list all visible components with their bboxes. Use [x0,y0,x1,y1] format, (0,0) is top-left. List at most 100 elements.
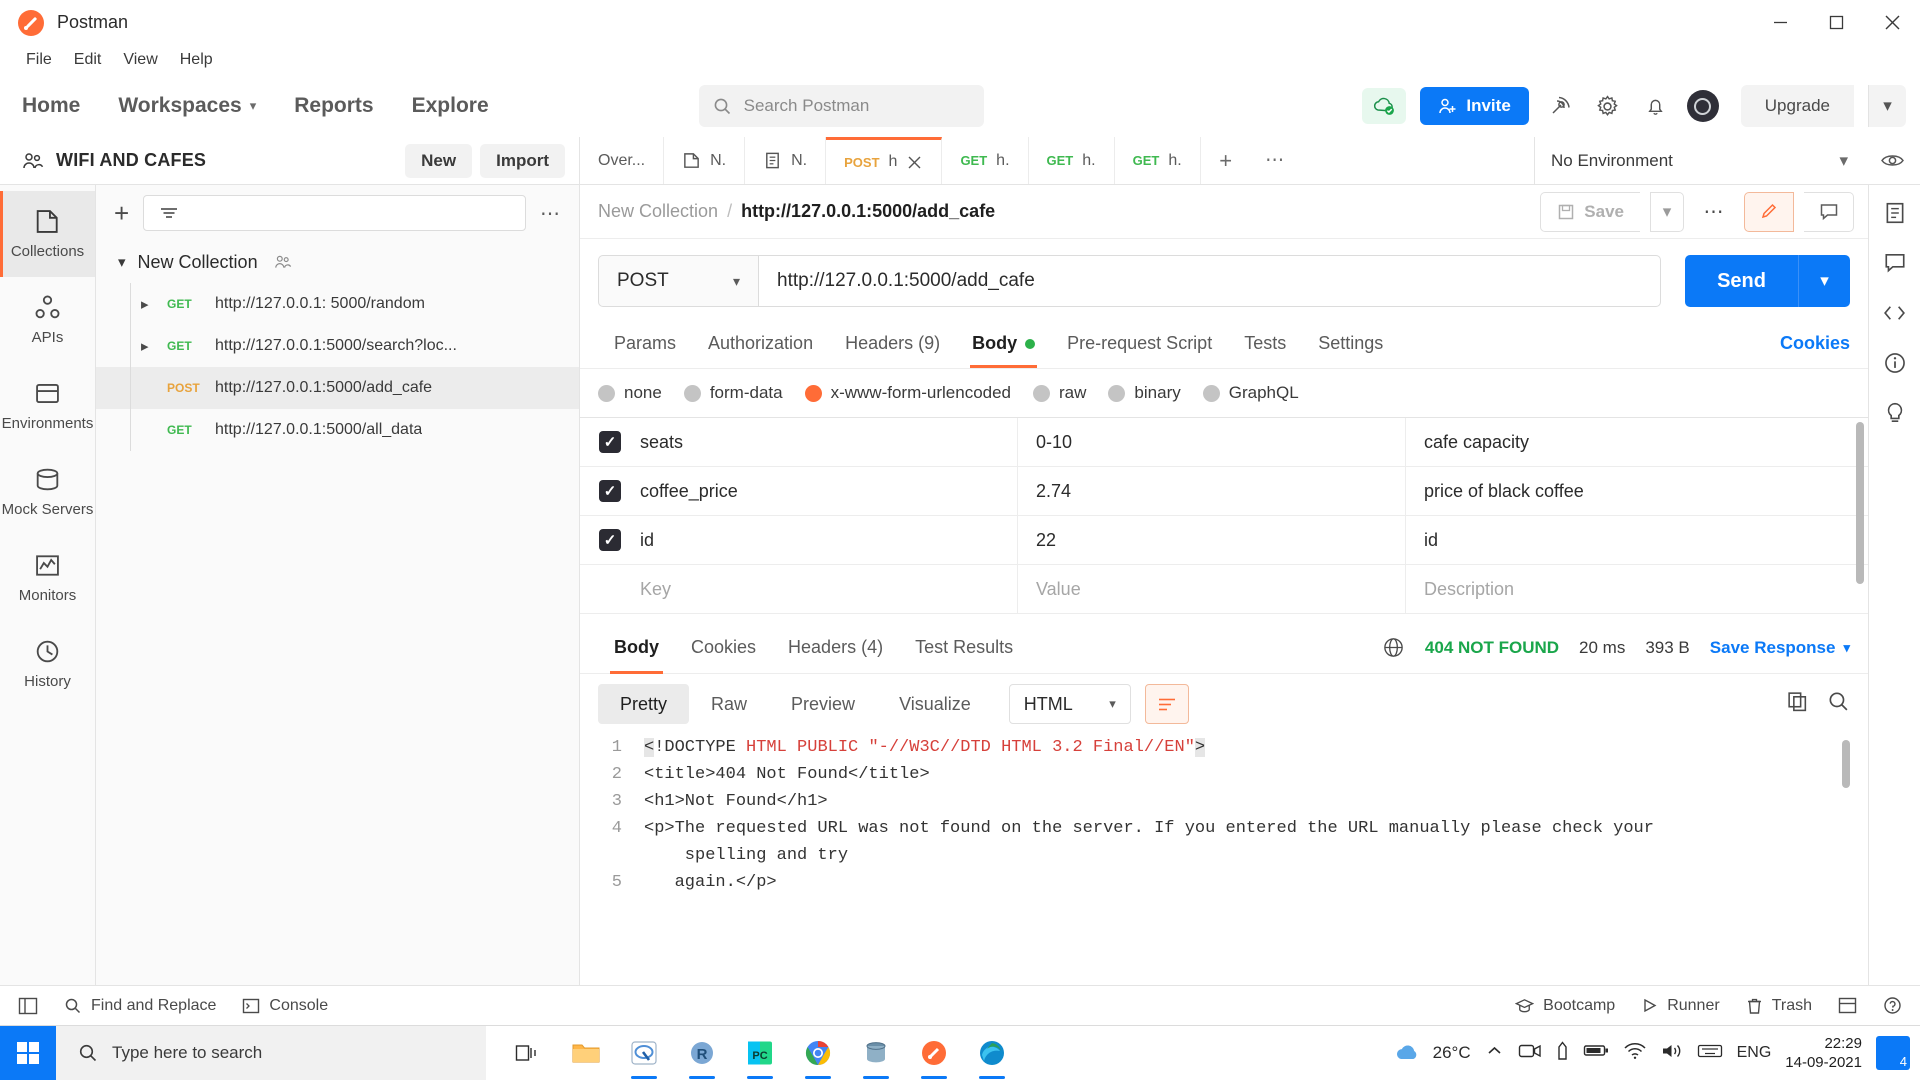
filter-input[interactable] [143,195,526,231]
nav-explore[interactable]: Explore [412,94,489,118]
documentation-icon[interactable] [1883,201,1907,225]
sidebar-item-monitors[interactable]: Monitors [0,535,95,621]
tab-get-1[interactable]: GET h. [942,137,1029,184]
tab-tests[interactable]: Tests [1228,323,1302,368]
tab-overview[interactable]: Over... [580,137,665,184]
request-item-random[interactable]: ▸ GET http://127.0.0.1: 5000/random [96,283,579,325]
tab-authorization[interactable]: Authorization [692,323,829,368]
weather-widget[interactable]: 26°C [1393,1041,1471,1065]
view-tab-preview[interactable]: Preview [769,684,877,724]
close-icon[interactable] [1864,0,1920,45]
postman-icon[interactable] [910,1026,958,1080]
row-enabled-checkbox[interactable]: ✓ [580,431,640,453]
chevron-right-icon[interactable]: ▸ [141,337,157,355]
edge-icon[interactable] [968,1026,1016,1080]
code-viewer-scrollbar[interactable] [1842,740,1850,788]
tab-post-add-cafe[interactable]: POST h [826,137,943,184]
nav-reports[interactable]: Reports [294,94,373,118]
close-icon[interactable] [906,154,923,171]
tab-params[interactable]: Params [598,323,692,368]
breadcrumb-collection[interactable]: New Collection [598,201,718,222]
lightbulb-icon[interactable] [1883,401,1907,425]
notifications-button[interactable]: 4 [1876,1036,1910,1070]
comment-icon[interactable] [1804,191,1854,232]
sidebar-item-history[interactable]: History [0,621,95,707]
layout-icon[interactable] [1838,997,1857,1014]
body-type-raw[interactable]: raw [1033,383,1086,403]
code-snippet-icon[interactable] [1882,301,1907,325]
tab-document-n[interactable]: N. [745,137,827,184]
copy-icon[interactable] [1786,690,1809,718]
rstudio-icon[interactable] [620,1026,668,1080]
sync-status-icon[interactable] [1362,88,1407,124]
tab-headers[interactable]: Headers (9) [829,323,956,368]
row-enabled-checkbox[interactable]: ✓ [580,529,640,551]
tab-get-2[interactable]: GET h. [1029,137,1115,184]
body-type-graphql[interactable]: GraphQL [1202,383,1299,403]
table-row[interactable]: ✓ coffee_price 2.74 price of black coffe… [580,466,1868,516]
edit-pencil-icon[interactable] [1744,191,1794,232]
globe-icon[interactable] [1382,636,1405,659]
response-tab-test-results[interactable]: Test Results [899,622,1029,674]
search-icon[interactable] [1827,690,1850,718]
table-row-empty[interactable]: Key Value Description [580,564,1868,614]
avatar[interactable] [1686,90,1719,122]
find-and-replace-button[interactable]: Find and Replace [64,997,216,1015]
meet-now-icon[interactable] [1518,1042,1542,1065]
response-tab-body[interactable]: Body [598,622,675,674]
add-new-plus-icon[interactable]: + [114,198,129,229]
body-type-none[interactable]: none [598,383,662,403]
keyboard-icon[interactable] [1697,1043,1723,1064]
runner-button[interactable]: Runner [1641,997,1720,1015]
antenna-icon[interactable] [1543,89,1577,123]
sidebar-item-apis[interactable]: APIs [0,277,95,363]
import-button[interactable]: Import [480,143,565,178]
taskbar-search-input[interactable]: Type here to search [56,1025,486,1080]
chevron-down-icon[interactable]: ▾ [118,253,126,271]
body-type-form-data[interactable]: form-data [683,383,783,403]
battery-icon[interactable] [1583,1043,1609,1063]
save-response-button[interactable]: Save Response ▾ [1710,638,1850,658]
sidebar-item-collections[interactable]: Collections [0,191,95,277]
wrap-lines-icon[interactable] [1144,684,1189,724]
cookies-link[interactable]: Cookies [1780,333,1850,368]
tab-body[interactable]: Body [956,323,1051,368]
console-button[interactable]: Console [242,997,328,1015]
tab-pre-request-script[interactable]: Pre-request Script [1051,323,1228,368]
file-explorer-icon[interactable] [562,1026,610,1080]
chrome-icon[interactable] [794,1026,842,1080]
clock[interactable]: 22:29 14-09-2021 [1785,1034,1862,1072]
task-view-icon[interactable] [504,1026,552,1080]
body-type-x-www-form-urlencoded[interactable]: x-www-form-urlencoded [804,383,1011,403]
invite-button[interactable]: Invite [1420,87,1529,125]
param-key-cell[interactable]: seats [640,417,1018,467]
param-description-cell-empty[interactable]: Description [1406,565,1868,614]
bootcamp-button[interactable]: Bootcamp [1515,997,1615,1015]
comments-icon[interactable] [1883,251,1907,275]
pen-icon[interactable] [1556,1040,1569,1066]
nav-workspaces[interactable]: Workspaces ▾ [118,94,256,118]
info-icon[interactable] [1883,351,1907,375]
sidebar-item-mock-servers[interactable]: Mock Servers [0,449,95,535]
params-table-scrollbar[interactable] [1856,422,1864,584]
maximize-icon[interactable] [1808,0,1864,45]
param-description-cell[interactable]: cafe capacity [1406,418,1868,467]
minimize-icon[interactable] [1752,0,1808,45]
language-indicator[interactable]: ENG [1737,1044,1772,1062]
help-icon[interactable] [1883,996,1902,1015]
row-enabled-checkbox[interactable]: ✓ [580,480,640,502]
show-hidden-icons-chevron-up-icon[interactable] [1485,1043,1504,1063]
upgrade-button[interactable]: Upgrade [1740,85,1854,127]
param-key-cell[interactable]: coffee_price [640,466,1018,516]
start-button[interactable] [0,1025,56,1080]
save-button[interactable]: Save [1540,191,1640,232]
tab-collection-n[interactable]: N. [664,137,746,184]
environment-selector[interactable]: No Environment ▾ [1534,137,1864,184]
tab-get-3[interactable]: GET h. [1115,137,1201,184]
response-language-select[interactable]: HTML ▾ [1008,684,1131,724]
param-description-cell[interactable]: price of black coffee [1406,467,1868,516]
view-tab-raw[interactable]: Raw [689,684,769,724]
param-value-cell-empty[interactable]: Value [1018,564,1406,614]
chevron-right-icon[interactable]: ▸ [141,295,157,313]
request-item-all-data[interactable]: GET http://127.0.0.1:5000/all_data [96,409,579,451]
